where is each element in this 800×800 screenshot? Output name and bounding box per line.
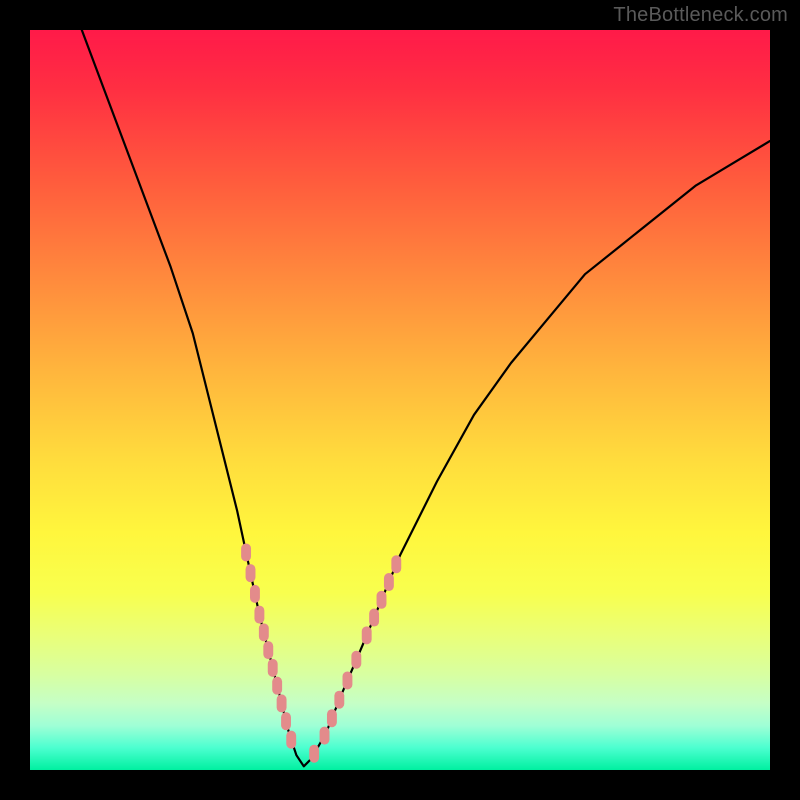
highlight-dot [250, 585, 260, 603]
highlight-dot [309, 745, 319, 763]
highlight-dot [277, 694, 287, 712]
highlight-dot [362, 626, 372, 644]
highlight-dot [286, 731, 296, 749]
highlight-dot [268, 659, 278, 677]
highlight-dot [259, 623, 269, 641]
highlight-dot [272, 677, 282, 695]
highlight-dot [246, 564, 256, 582]
highlight-dot [241, 543, 251, 561]
highlight-dot [320, 727, 330, 745]
watermark-text: TheBottleneck.com [613, 4, 788, 27]
highlight-dot [254, 606, 264, 624]
highlight-dot [369, 609, 379, 627]
highlight-dot [351, 651, 361, 669]
highlight-dot [384, 573, 394, 591]
highlight-dot [281, 712, 291, 730]
highlight-dot [327, 709, 337, 727]
highlight-dot [263, 641, 273, 659]
highlight-dot [343, 671, 353, 689]
highlight-dot [377, 591, 387, 609]
highlight-dot [391, 555, 401, 573]
bottleneck-curve [82, 30, 770, 766]
chart-container: TheBottleneck.com [0, 0, 800, 800]
highlight-dot [334, 691, 344, 709]
plot-area [30, 30, 770, 770]
curve-svg [30, 30, 770, 770]
